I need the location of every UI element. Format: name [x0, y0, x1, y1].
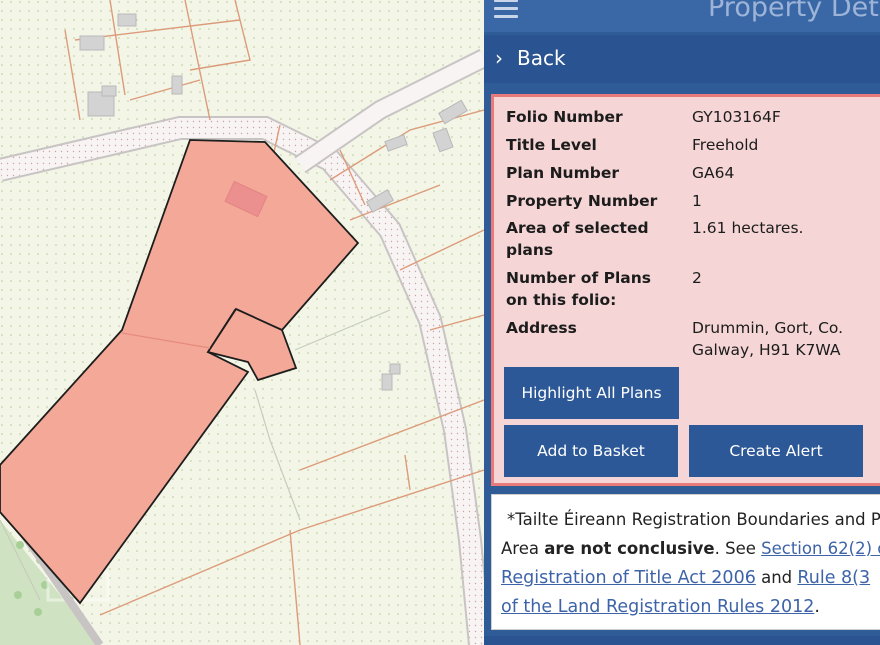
chevron-right-icon: ›: [495, 46, 503, 70]
disclaimer-text-part: and: [755, 568, 798, 587]
detail-value: 1.61 hectares.: [692, 219, 804, 237]
map-view[interactable]: [0, 0, 484, 645]
detail-value: GA64: [692, 164, 735, 182]
highlight-all-plans-button[interactable]: Highlight All Plans: [504, 367, 679, 419]
hamburger-menu-icon[interactable]: [494, 0, 518, 22]
disclaimer-text-part: . See: [714, 539, 762, 558]
detail-value: Freehold: [692, 136, 759, 154]
detail-value: Drummin, Gort, Co. Galway, H91 K7WA: [692, 319, 844, 359]
detail-label: Area of selected plans: [506, 219, 649, 259]
back-button[interactable]: › Back: [484, 35, 880, 83]
section-62-link[interactable]: Section 62(2) o: [761, 539, 880, 558]
rule-8-link[interactable]: Rule 8(3: [797, 568, 870, 588]
disclaimer-text-part: .: [814, 597, 820, 617]
panel-footer-strip: [484, 636, 880, 645]
disclaimer-line-3: Registration of Title Act 2006 and Rule …: [501, 563, 880, 593]
disclaimer-box: *Tailte Éireann Registration Boundaries …: [491, 494, 880, 630]
detail-label: Folio Number: [506, 108, 623, 126]
detail-value: GY103164F: [692, 108, 781, 126]
detail-label: Property Number: [506, 192, 658, 210]
back-label: Back: [517, 46, 566, 70]
registration-of-title-act-link[interactable]: Registration of Title Act 2006: [501, 568, 756, 588]
detail-label: Plan Number: [506, 164, 619, 182]
map-canvas[interactable]: [0, 0, 484, 645]
detail-label: Address: [506, 319, 577, 337]
disclaimer-text-part: Area: [501, 539, 545, 558]
disclaimer-line-1: *Tailte Éireann Registration Boundaries …: [501, 505, 880, 534]
property-details-box: Folio Number GY103164F Title Level Freeh…: [491, 94, 880, 486]
disclaimer-line-4: of the Land Registration Rules 2012.: [501, 593, 880, 622]
disclaimer-emphasis: are not conclusive: [544, 539, 715, 558]
panel-header: Property Deta: [484, 0, 880, 32]
add-to-basket-button[interactable]: Add to Basket: [504, 425, 678, 477]
disclaimer-intro: *Tailte Éireann Registration Boundaries …: [507, 510, 880, 529]
create-alert-button[interactable]: Create Alert: [689, 425, 863, 477]
property-details-panel: Property Deta › Back Folio Number GY1031…: [484, 0, 880, 645]
detail-label: Number of Plans on this folio:: [506, 269, 651, 309]
detail-value: 1: [692, 192, 702, 210]
panel-title: Property Deta: [708, 0, 880, 23]
detail-value: 2: [692, 269, 702, 287]
disclaimer-line-2: Area are not conclusive. See Section 62(…: [501, 534, 880, 563]
land-registration-rules-link[interactable]: of the Land Registration Rules 2012: [501, 597, 814, 617]
disclaimer-text: *Tailte Éireann Registration Boundaries …: [501, 505, 880, 622]
detail-label: Title Level: [506, 136, 597, 154]
